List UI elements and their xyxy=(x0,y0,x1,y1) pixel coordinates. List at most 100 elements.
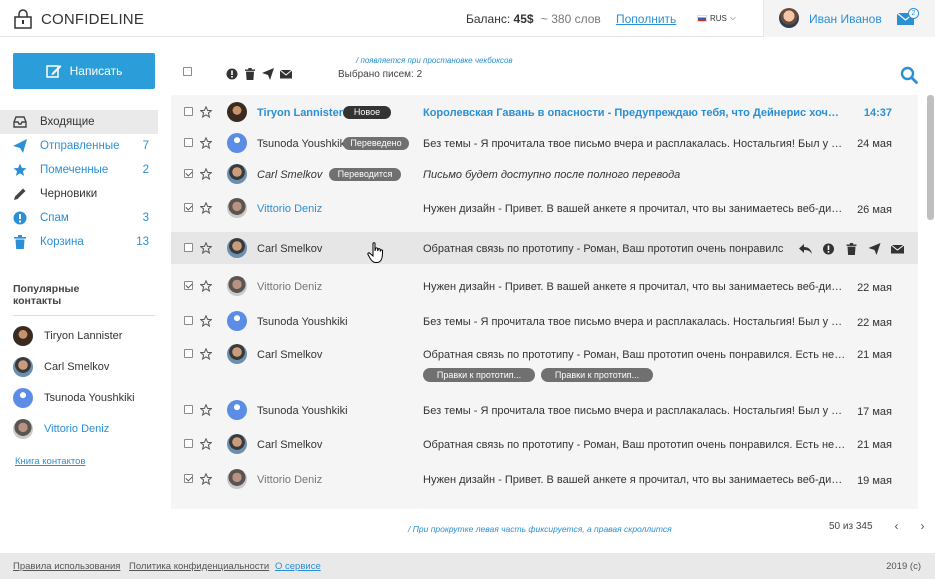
star-icon[interactable] xyxy=(200,106,212,118)
row-checkbox[interactable] xyxy=(184,439,193,448)
sidebar-item-trash[interactable]: Корзина 13 xyxy=(0,230,158,254)
address-book-link[interactable]: Книга контактов xyxy=(15,456,85,467)
row-checkbox[interactable] xyxy=(184,405,193,414)
star-icon[interactable] xyxy=(200,280,212,292)
prev-page-icon[interactable]: ‹ xyxy=(895,519,899,533)
envelope-icon[interactable] xyxy=(280,68,292,80)
sidebar-item-label: Помеченные xyxy=(40,164,109,176)
star-icon[interactable] xyxy=(200,137,212,149)
email-subject: Королевская Гавань в опасности - Предупр… xyxy=(423,107,843,119)
scrollbar[interactable] xyxy=(927,95,934,220)
move-icon[interactable] xyxy=(868,243,881,255)
move-icon[interactable] xyxy=(262,68,274,80)
row-checkbox[interactable] xyxy=(184,169,193,178)
email-subject: Без темы - Я прочитала твое письмо вчера… xyxy=(423,138,847,150)
bulk-actions xyxy=(226,68,292,80)
star-icon[interactable] xyxy=(200,438,212,450)
star-icon[interactable] xyxy=(200,404,212,416)
row-actions xyxy=(799,243,904,255)
avatar xyxy=(227,344,247,364)
sidebar-item-drafts[interactable]: Черновики xyxy=(0,182,158,206)
avatar xyxy=(227,238,247,258)
star-icon[interactable] xyxy=(200,473,212,485)
contact-item[interactable]: Tiryon Lannister xyxy=(13,325,135,347)
toolbar xyxy=(183,67,192,76)
email-row[interactable]: Tiryon Lannister Новое Королевская Гаван… xyxy=(171,97,918,128)
attachment-chip[interactable]: Правки к прототип... xyxy=(423,368,535,382)
avatar xyxy=(227,133,247,153)
email-subject: Нужен дизайн - Привет. В вашей анкете я … xyxy=(423,281,847,293)
balance-value: 45$ xyxy=(513,12,534,26)
contact-item[interactable]: Vittorio Deniz xyxy=(13,418,135,440)
email-row[interactable]: Vittorio Deniz Нужен дизайн - Привет. В … xyxy=(171,190,918,228)
spam-icon[interactable] xyxy=(226,68,238,80)
privacy-link[interactable]: Политика конфиденциальности xyxy=(129,561,269,572)
logo[interactable]: CONFIDELINE xyxy=(13,9,144,29)
star-icon[interactable] xyxy=(200,315,212,327)
email-sender: Vittorio Deniz xyxy=(257,474,323,486)
reply-icon[interactable] xyxy=(799,243,812,255)
sidebar-item-starred[interactable]: Помеченные 2 xyxy=(0,158,158,182)
row-checkbox[interactable] xyxy=(184,243,193,252)
email-row[interactable]: Tsunoda Youshkiki Без темы - Я прочитала… xyxy=(171,394,918,427)
row-checkbox[interactable] xyxy=(184,349,193,358)
star-icon[interactable] xyxy=(200,242,212,254)
sidebar-item-sent[interactable]: Отправленные 7 xyxy=(0,134,158,158)
attachment-chip[interactable]: Правки к прототип... xyxy=(541,368,653,382)
contact-name: Vittorio Deniz xyxy=(44,423,110,435)
email-subject: Обратная связь по прототипу - Роман, Ваш… xyxy=(423,349,847,361)
sidebar-item-spam[interactable]: Спам 3 xyxy=(0,206,158,230)
star-icon[interactable] xyxy=(200,168,212,180)
row-checkbox[interactable] xyxy=(184,203,193,212)
row-checkbox[interactable] xyxy=(184,107,193,116)
sidebar-item-label: Корзина xyxy=(40,236,84,248)
avatar xyxy=(227,198,247,218)
email-sender: Vittorio Deniz xyxy=(257,203,323,215)
email-sender: Carl Smelkov xyxy=(257,439,323,451)
contact-name: Tsunoda Youshkiki xyxy=(44,392,135,404)
avatar xyxy=(13,419,33,439)
avatar xyxy=(227,102,247,122)
balance-words: ~ 380 слов xyxy=(540,12,601,26)
email-row[interactable]: Carl Smelkov Обратная связь по прототипу… xyxy=(171,338,918,392)
row-checkbox[interactable] xyxy=(184,316,193,325)
star-icon[interactable] xyxy=(200,202,212,214)
terms-link[interactable]: Правила использования xyxy=(13,561,120,572)
row-checkbox[interactable] xyxy=(184,474,193,483)
contact-item[interactable]: Tsunoda Youshkiki xyxy=(13,387,135,409)
sidebar-item-label: Черновики xyxy=(40,188,98,200)
email-row[interactable]: Tsunoda Youshkiki Переведено Без темы - … xyxy=(171,128,918,159)
trash-icon[interactable] xyxy=(244,68,256,80)
row-checkbox[interactable] xyxy=(184,281,193,290)
top-bar: CONFIDELINE Баланс: 45$ ~ 380 слов Попол… xyxy=(0,0,935,37)
trash-icon[interactable] xyxy=(845,243,858,255)
status-badge: Переводится xyxy=(329,168,401,181)
sidebar-item-inbox[interactable]: Входящие xyxy=(0,110,158,134)
balance-label: Баланс: xyxy=(466,12,511,26)
select-all-checkbox[interactable] xyxy=(183,67,192,76)
email-row[interactable]: Carl Smelkov Обратная связь по прототипу… xyxy=(171,232,918,264)
email-row[interactable]: Carl Smelkov Переводится Письмо будет до… xyxy=(171,159,918,190)
spam-icon[interactable] xyxy=(822,243,835,255)
avatar xyxy=(227,276,247,296)
send-icon xyxy=(13,139,27,153)
lock-icon xyxy=(14,9,32,29)
email-row[interactable]: Carl Smelkov Обратная связь по прототипу… xyxy=(171,428,918,461)
envelope-icon[interactable] xyxy=(891,243,904,255)
compose-button[interactable]: Написать xyxy=(13,53,155,89)
email-row[interactable]: Vittorio Deniz Нужен дизайн - Привет. В … xyxy=(171,463,918,496)
chevron-down-icon: ⌵ xyxy=(729,13,736,22)
language-selector[interactable]: RUS ⌵ xyxy=(697,13,736,23)
email-row[interactable]: Vittorio Deniz Нужен дизайн - Привет. В … xyxy=(171,270,918,303)
about-link[interactable]: О сервисе xyxy=(275,561,321,572)
user-name[interactable]: Иван Иванов xyxy=(809,12,882,26)
user-avatar[interactable] xyxy=(779,8,799,28)
next-page-icon[interactable]: › xyxy=(921,519,925,533)
email-row[interactable]: Tsunoda Youshkiki Без темы - Я прочитала… xyxy=(171,305,918,338)
email-date: 17 мая xyxy=(857,406,892,418)
search-icon[interactable] xyxy=(900,66,918,84)
star-icon[interactable] xyxy=(200,348,212,360)
contact-item[interactable]: Carl Smelkov xyxy=(13,356,135,378)
topup-link[interactable]: Пополнить xyxy=(616,12,676,26)
row-checkbox[interactable] xyxy=(184,138,193,147)
